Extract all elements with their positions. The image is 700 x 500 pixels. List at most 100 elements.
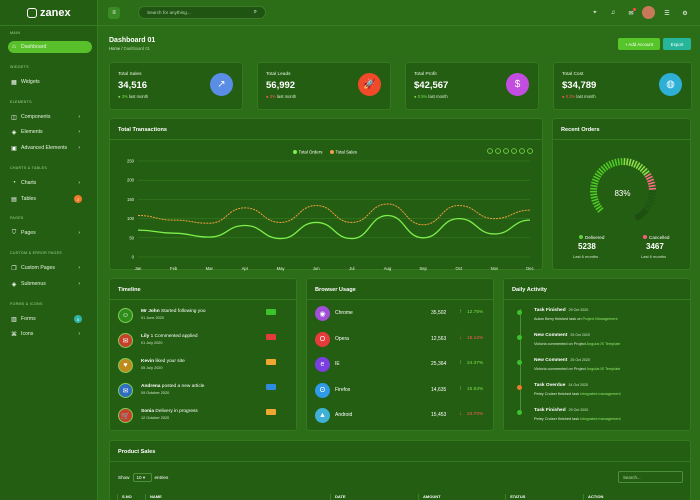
- sidebar-item-widgets[interactable]: ▦ Widgets: [8, 76, 92, 88]
- series-line-0[interactable]: [137, 214, 531, 240]
- brand-logo[interactable]: zanex: [0, 0, 97, 26]
- hand-icon[interactable]: [511, 148, 517, 154]
- browser-row[interactable]: ʘ Firefox 14,635 ↑ 15.63%: [315, 382, 493, 401]
- sidebar-item-custom-pages[interactable]: ❐ Custom Pages ›: [8, 262, 92, 274]
- timeline-item[interactable]: ✉ Lily 1 Commented applied 01 July 2020: [118, 331, 298, 355]
- menu-icon[interactable]: [527, 148, 533, 154]
- browser-row[interactable]: ◉ Chrome 35,502 ↑ 12.75%: [315, 306, 493, 324]
- search-icon[interactable]: [503, 148, 509, 154]
- android-icon: ▲: [315, 408, 330, 423]
- browser-row[interactable]: e IE 25,364 ↑ 24.37%: [315, 357, 493, 375]
- sidebar-item-label: Icons: [21, 331, 34, 337]
- stat-change: ● 3% last month: [118, 94, 148, 99]
- activity-link[interactable]: AngularJS Template: [586, 342, 620, 346]
- browser-value: 25,364: [431, 361, 447, 367]
- zoom-out-icon[interactable]: [495, 148, 501, 154]
- timeline-tag[interactable]: [266, 359, 276, 365]
- table-header[interactable]: DATE: [330, 494, 418, 500]
- activity-title-text: New Comment: [534, 333, 568, 338]
- activity-item[interactable]: Task Finished 29 Oct 2020 Adam Berry finis…: [517, 308, 688, 332]
- timeline-tag[interactable]: [266, 409, 276, 415]
- timeline-item[interactable]: ☺ Mr John Started following you 01 June 20…: [118, 306, 298, 330]
- chevron-right-icon: ›: [78, 265, 80, 271]
- timeline-date: 12 October 2020: [141, 416, 170, 420]
- sidebar-item-submenus[interactable]: ◈ Submenus ›: [8, 278, 92, 290]
- stat-change-pct: 0.5%: [417, 94, 428, 99]
- avatar[interactable]: [642, 6, 655, 19]
- gauge-tick: [647, 178, 655, 183]
- export-button[interactable]: Export: [663, 38, 691, 50]
- timeline-tag[interactable]: [266, 309, 276, 315]
- activity-dot: [517, 335, 522, 340]
- settings-button[interactable]: ⚙: [679, 7, 691, 19]
- timeline-item[interactable]: ♥ Kevin liked your site 05 July 2020: [118, 356, 298, 380]
- browser-row[interactable]: ▲ Android 15,453 ↓ 23.70%: [315, 408, 493, 426]
- notifications-button[interactable]: ♫: [607, 7, 619, 19]
- sidebar-item-advanced-elements[interactable]: ▣ Advanced Elements ›: [8, 142, 92, 154]
- gauge-tick: [646, 200, 654, 205]
- timeline-tag[interactable]: [266, 334, 276, 340]
- sidebar-item-forms[interactable]: ▥ Forms 5: [8, 313, 92, 325]
- timeline-item[interactable]: ✉ Andrena posted a new article 09 October …: [118, 381, 298, 405]
- activity-link[interactable]: Integrated management: [580, 392, 620, 396]
- sidebar-item-charts[interactable]: ◔ Charts ›: [8, 177, 92, 189]
- legend-label[interactable]: Total Sales: [336, 150, 358, 155]
- table-header[interactable]: AMOUNT: [418, 494, 505, 500]
- home-icon[interactable]: [519, 148, 525, 154]
- table-header[interactable]: ACTION: [583, 494, 683, 500]
- search-input[interactable]: Search for anything... ⌕: [138, 6, 266, 19]
- delivered-label: Delivered: [579, 235, 604, 240]
- table-header[interactable]: STATUS: [505, 494, 583, 500]
- browser-row[interactable]: O Opera 12,563 ↓ 15.12%: [315, 331, 493, 350]
- brand-name: zanex: [40, 6, 71, 19]
- sidebar-item-pages[interactable]: ⛉ Pages ›: [8, 227, 92, 239]
- gauge-tick: [648, 184, 656, 188]
- breadcrumb-current: Dashboard 01: [123, 46, 150, 51]
- menu-toggle-button[interactable]: ≡: [108, 7, 120, 19]
- legend-label[interactable]: Total Orders: [299, 150, 324, 155]
- table-search-input[interactable]: Search...: [618, 471, 683, 483]
- table-header[interactable]: S.NO: [117, 494, 145, 500]
- sidebar-item-label: Forms: [21, 316, 36, 322]
- sidebar-item-elements[interactable]: ◈ Elements ›: [8, 126, 92, 138]
- activity-desc: Victoria commented on Project: [534, 342, 587, 346]
- entries-select[interactable]: 10 ▾: [132, 473, 152, 482]
- gauge-tick: [608, 160, 613, 168]
- package-icon: ▣: [11, 145, 17, 152]
- activity-link[interactable]: AngularJS Template: [586, 367, 620, 371]
- table-header[interactable]: NAME: [145, 494, 330, 500]
- timeline-item[interactable]: 🛒 Sonia Delivery in progress 12 October 20…: [118, 406, 298, 430]
- add-account-button[interactable]: + Add Account: [618, 38, 660, 50]
- activity-item[interactable]: New Comment 25 Oct 2020 Victoria commented…: [517, 358, 688, 382]
- gauge-tick: [628, 158, 632, 166]
- arrow-down-icon: ↓: [459, 411, 462, 417]
- messages-button[interactable]: ✉: [625, 7, 637, 19]
- timeline-text: Sonia Delivery in progress: [141, 409, 198, 414]
- mail-icon: ✉: [118, 383, 133, 398]
- more-menu-button[interactable]: ☰: [661, 7, 673, 19]
- x-tick-label: Jan: [135, 266, 142, 271]
- zoom-in-icon[interactable]: [487, 148, 493, 154]
- activity-item[interactable]: New Comment 25 Oct 2020 Victoria commented…: [517, 333, 688, 357]
- activity-text: Victoria commented on Project AngularJS …: [534, 367, 620, 371]
- sidebar-item-icons[interactable]: ⌘ Icons ›: [8, 328, 92, 340]
- sidebar-item-tables[interactable]: ▤ Tables 2: [8, 193, 92, 205]
- layers-icon: ◈: [11, 129, 17, 136]
- fullscreen-button[interactable]: ⌖: [589, 7, 601, 19]
- timeline-tag[interactable]: [266, 384, 276, 390]
- section-elements: ELEMENTS: [10, 100, 32, 104]
- sidebar-item-dashboard[interactable]: ⌂ Dashboard: [8, 41, 92, 53]
- activity-date: 25 Oct 2020: [570, 333, 590, 337]
- activity-link[interactable]: Project Management: [583, 317, 618, 321]
- recent-orders-card: Recent Orders 83% Delivered 5238 Last 6 …: [552, 118, 691, 270]
- activity-item[interactable]: Task Finished 29 Oct 2020 Petey Cruiser fi…: [517, 408, 688, 432]
- stat-change-pct: 3%: [121, 94, 128, 99]
- sidebar-item-components[interactable]: ◫ Components ›: [8, 111, 92, 123]
- breadcrumb-home[interactable]: Home: [109, 46, 120, 51]
- sidebar-item-label: Components: [21, 114, 51, 120]
- stat-value: 34,516: [118, 80, 148, 91]
- stat-change-pct: 0.2%: [565, 94, 576, 99]
- activity-link[interactable]: Integrated management: [580, 417, 620, 421]
- activity-item[interactable]: Task Overdue 14 Oct 2020 Petey Cruiser fin…: [517, 383, 688, 407]
- transactions-chart[interactable]: 250 200 150 100 50 0 Jan Feb Mar Apr May Jun Jul Aug S…: [110, 119, 544, 271]
